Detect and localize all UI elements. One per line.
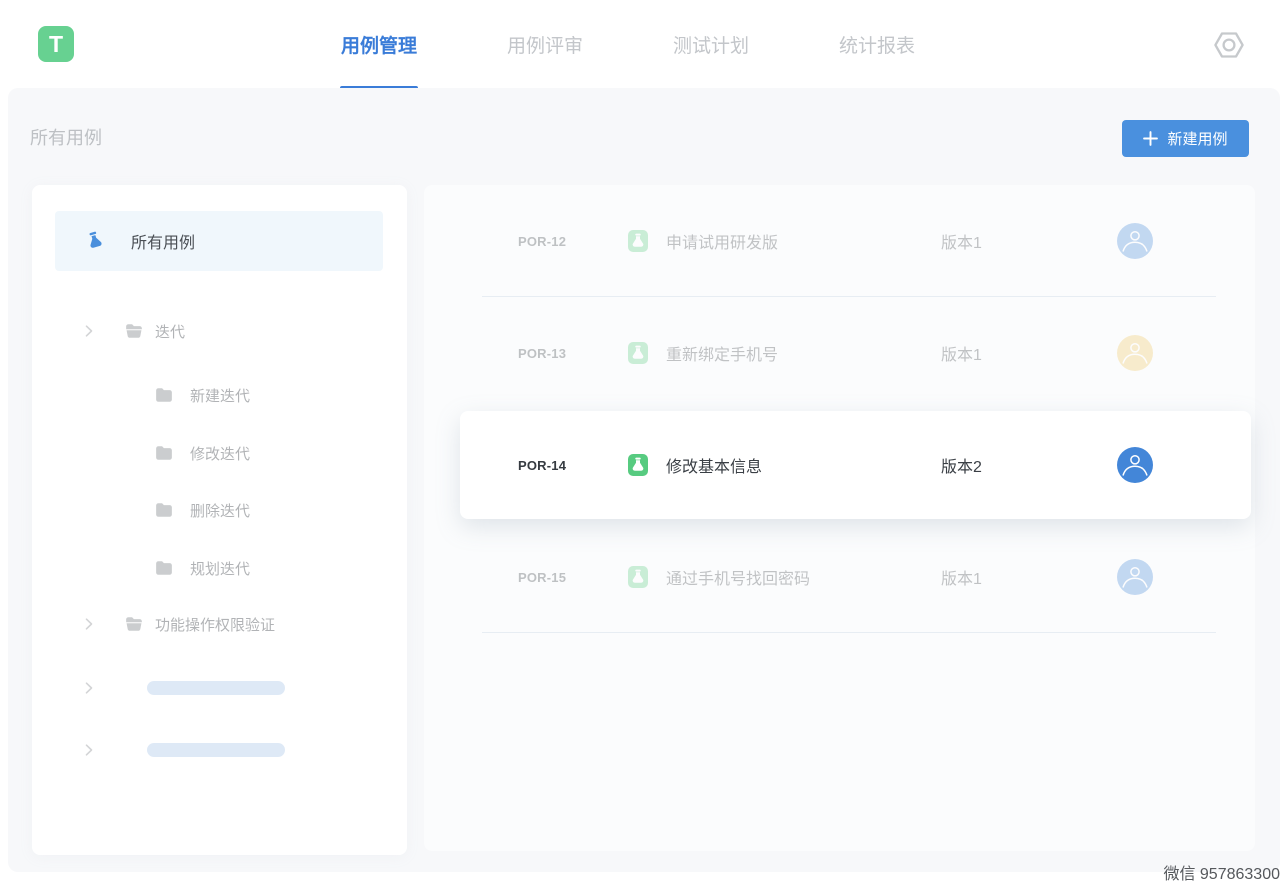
case-row[interactable]: POR-14 修改基本信息 版本2	[460, 411, 1251, 519]
watermark-text: 微信 957863300	[1163, 860, 1280, 884]
folder-icon	[155, 502, 173, 518]
tab-label: 用例管理	[341, 31, 417, 58]
tree-item-label: 迭代	[155, 321, 185, 342]
case-tree: 迭代 新建迭代 修改迭代	[32, 185, 407, 855]
tree-item[interactable]	[32, 673, 407, 703]
folder-icon	[155, 560, 173, 576]
avatar	[1117, 223, 1153, 259]
tree-item-label: 功能操作权限验证	[155, 614, 275, 635]
tree-item-label: 新建迭代	[190, 385, 250, 406]
nav-tab[interactable]: 用例管理	[341, 0, 417, 88]
chevron-right-icon	[82, 742, 96, 758]
chevron-right-icon	[82, 616, 96, 632]
case-id: POR-12	[518, 234, 628, 249]
avatar	[1117, 559, 1153, 595]
tree-item-label: 规划迭代	[190, 558, 250, 579]
case-version: 版本1	[941, 565, 1117, 589]
top-nav: T 用例管理 用例评审 测试计划 统计报表	[0, 0, 1288, 88]
nav-tab[interactable]: 统计报表	[839, 0, 915, 88]
tab-label: 统计报表	[839, 31, 915, 58]
folder-icon	[125, 323, 143, 339]
test-case-icon	[628, 454, 648, 476]
main-panel: 所有用例 新建用例 所有用例	[8, 88, 1280, 872]
case-id: POR-13	[518, 346, 628, 361]
tree-item[interactable]	[32, 735, 407, 765]
tab-label: 用例评审	[507, 31, 583, 58]
case-row[interactable]: POR-15 通过手机号找回密码 版本1	[424, 521, 1255, 633]
case-version: 版本1	[941, 229, 1117, 253]
skeleton-bar	[147, 681, 285, 695]
case-row[interactable]: POR-12 申请试用研发版 版本1	[424, 185, 1255, 297]
case-version: 版本2	[941, 453, 1117, 477]
logo-letter: T	[49, 31, 63, 58]
new-case-button[interactable]: 新建用例	[1122, 120, 1249, 157]
case-title: 修改基本信息	[666, 453, 941, 477]
tree-item[interactable]: 迭代	[32, 316, 407, 346]
case-id: POR-15	[518, 570, 628, 585]
tree-item[interactable]: 规划迭代	[32, 553, 407, 583]
test-case-icon	[628, 342, 648, 364]
folder-icon	[155, 387, 173, 403]
nav-tab[interactable]: 测试计划	[673, 0, 749, 88]
case-list-panel: POR-12 申请试用研发版 版本1 POR-13 重新绑定手机号	[424, 185, 1255, 851]
sidebar-panel: 所有用例 迭代 新建	[32, 185, 407, 855]
nav-tab[interactable]: 用例评审	[507, 0, 583, 88]
tab-label: 测试计划	[673, 31, 749, 58]
test-case-icon	[628, 230, 648, 252]
tree-item[interactable]: 新建迭代	[32, 380, 407, 410]
case-row[interactable]: POR-13 重新绑定手机号 版本1	[424, 297, 1255, 409]
new-case-button-label: 新建用例	[1167, 128, 1227, 149]
avatar	[1117, 447, 1153, 483]
case-id: POR-14	[518, 458, 628, 473]
tree-item[interactable]: 修改迭代	[32, 438, 407, 468]
nav-tabs: 用例管理 用例评审 测试计划 统计报表	[341, 0, 915, 88]
settings-gear-icon[interactable]	[1211, 27, 1247, 63]
avatar	[1117, 335, 1153, 371]
chevron-right-icon	[82, 680, 96, 696]
page-title: 所有用例	[30, 124, 102, 150]
case-title: 通过手机号找回密码	[666, 565, 941, 589]
plus-icon	[1143, 131, 1158, 146]
tree-item-label: 修改迭代	[190, 443, 250, 464]
case-version: 版本1	[941, 341, 1117, 365]
folder-icon	[125, 616, 143, 632]
tree-item[interactable]: 功能操作权限验证	[32, 609, 407, 639]
app-logo[interactable]: T	[38, 26, 74, 62]
tree-item[interactable]: 删除迭代	[32, 495, 407, 525]
case-title: 重新绑定手机号	[666, 341, 941, 365]
tree-item-label: 删除迭代	[190, 500, 250, 521]
skeleton-bar	[147, 743, 285, 757]
chevron-right-icon	[82, 323, 96, 339]
folder-icon	[155, 445, 173, 461]
case-title: 申请试用研发版	[666, 229, 941, 253]
test-case-icon	[628, 566, 648, 588]
